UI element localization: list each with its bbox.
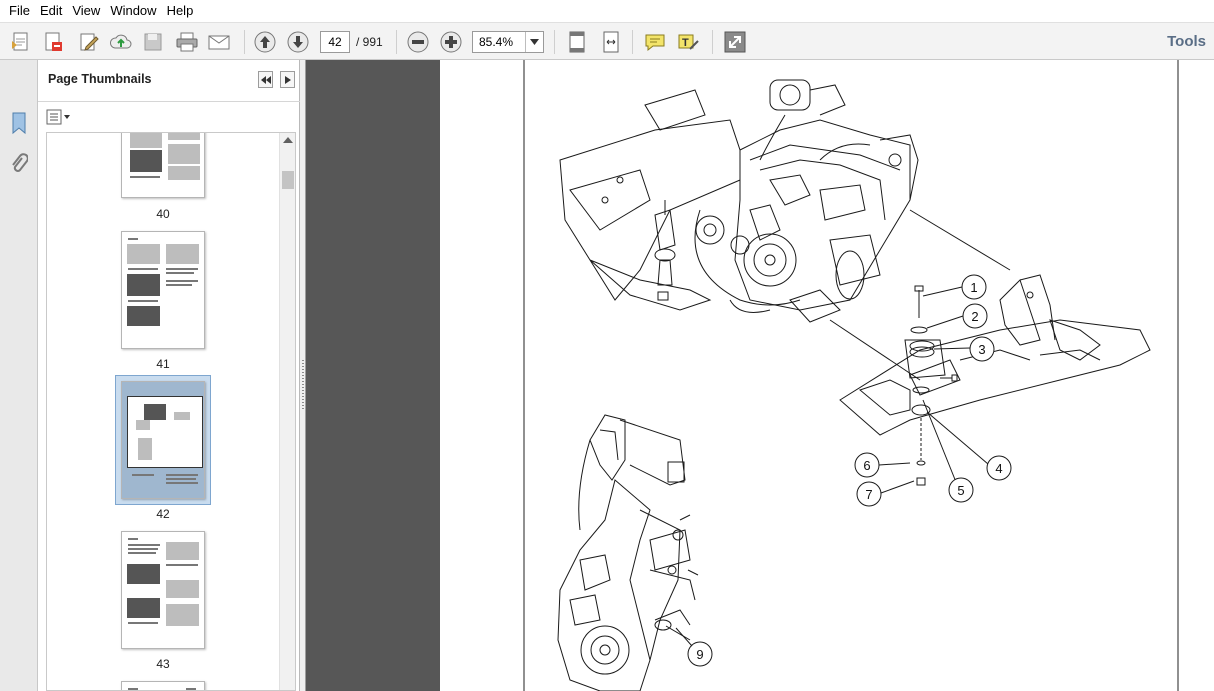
thumbnail-list[interactable]: 40 41 42 43 (46, 132, 296, 691)
next-page-icon[interactable] (285, 29, 311, 55)
save-icon[interactable] (140, 29, 166, 55)
toolbar-separator (712, 30, 713, 54)
pdf-page: 1 2 3 4 5 6 7 9 (440, 60, 1214, 691)
scrollbar-thumb[interactable] (282, 171, 294, 189)
tools-button[interactable]: Tools (1167, 33, 1206, 50)
upload-cloud-icon[interactable] (108, 29, 134, 55)
menu-bar: File Edit View Window Help (0, 0, 1214, 22)
chevron-down-icon[interactable] (525, 32, 543, 52)
splitter-grip[interactable] (302, 360, 304, 410)
zoom-value: 85.4% (479, 35, 514, 49)
thumbnail-label: 41 (156, 357, 170, 371)
menu-window[interactable]: Window (105, 0, 161, 22)
fit-width-icon[interactable] (598, 29, 624, 55)
print-icon[interactable] (174, 29, 200, 55)
zoom-out-icon[interactable] (405, 29, 431, 55)
toolbar: / 991 85.4% T Tools (0, 22, 1214, 60)
thumbnail-page-44[interactable] (121, 681, 205, 690)
toolbar-separator (396, 30, 397, 54)
thumbnail-label: 43 (156, 657, 170, 671)
callout-label: 5 (957, 483, 964, 498)
expand-panel-icon[interactable] (280, 71, 295, 88)
menu-view[interactable]: View (67, 0, 105, 22)
thumbnail-page-42[interactable] (121, 381, 205, 499)
page-number-input[interactable] (320, 31, 350, 53)
toolbar-separator (244, 30, 245, 54)
attachments-icon[interactable] (7, 152, 31, 178)
menu-help[interactable]: Help (162, 0, 199, 22)
callout-label: 3 (978, 342, 985, 357)
menu-file[interactable]: File (4, 0, 35, 22)
scroll-up-icon[interactable] (283, 137, 293, 143)
svg-text:T: T (682, 37, 689, 49)
collapse-panel-icon[interactable] (258, 71, 273, 88)
panel-header: Page Thumbnails (38, 60, 300, 102)
page-thumbnails-panel: Page Thumbnails 40 41 42 43 (38, 60, 300, 691)
navigation-pane-strip (0, 60, 38, 691)
thumbnail-label: 40 (156, 207, 170, 221)
comment-icon[interactable] (642, 29, 668, 55)
fit-page-icon[interactable] (564, 29, 590, 55)
bookmarks-icon[interactable] (7, 110, 31, 136)
email-icon[interactable] (206, 29, 232, 55)
thumbnail-page-40[interactable] (121, 133, 205, 198)
toolbar-separator (632, 30, 633, 54)
page-total: / 991 (356, 35, 383, 49)
thumbnail-label: 42 (156, 507, 170, 521)
previous-page-icon[interactable] (252, 29, 278, 55)
thumbnail-options-button[interactable] (46, 108, 72, 126)
highlight-icon[interactable]: T (675, 29, 701, 55)
callout-label: 6 (863, 458, 870, 473)
exploded-parts-diagram: 1 2 3 4 5 6 7 9 (523, 60, 1179, 691)
edit-document-icon[interactable] (76, 29, 102, 55)
combine-files-icon[interactable] (40, 29, 66, 55)
callout-label: 9 (696, 647, 703, 662)
menu-edit[interactable]: Edit (35, 0, 67, 22)
callout-label: 1 (970, 280, 977, 295)
callout-label: 4 (995, 461, 1002, 476)
thumbnail-page-41[interactable] (121, 231, 205, 349)
expand-icon[interactable] (722, 29, 748, 55)
zoom-select[interactable]: 85.4% (472, 31, 544, 53)
document-viewport[interactable]: 1 2 3 4 5 6 7 9 (306, 60, 1214, 691)
zoom-in-icon[interactable] (438, 29, 464, 55)
create-pdf-icon[interactable] (8, 29, 34, 55)
callout-label: 2 (971, 309, 978, 324)
thumbnail-page-43[interactable] (121, 531, 205, 649)
thumbnail-scrollbar[interactable] (279, 133, 295, 690)
callout-label: 7 (865, 487, 872, 502)
panel-title: Page Thumbnails (48, 72, 152, 86)
toolbar-separator (554, 30, 555, 54)
